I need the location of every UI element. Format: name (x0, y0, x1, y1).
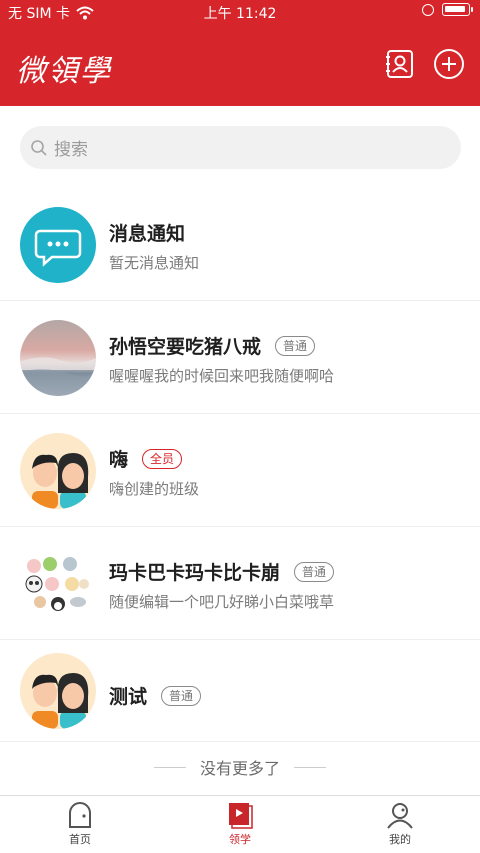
tab-home[interactable]: 首页 (0, 796, 160, 853)
divider (153, 766, 186, 768)
no-more-indicator: 没有更多了 (0, 752, 480, 782)
group-type-badge: 全员 (142, 448, 183, 469)
contacts-button[interactable] (384, 48, 416, 80)
conversation-row[interactable]: 嗨 全员 嗨创建的班级 (0, 414, 480, 527)
top-bar: 无 SIM 卡 上午 11:42 微領學 (0, 0, 480, 106)
divider (294, 766, 326, 768)
group-type-badge: 普通 (161, 685, 202, 706)
app-title: 微領學 (16, 54, 112, 89)
search-placeholder: 搜索 (54, 140, 88, 160)
conversation-name: 玛卡巴卡玛卡比卡崩 (109, 562, 281, 584)
search-icon (31, 139, 47, 156)
conversation-row[interactable]: 玛卡巴卡玛卡比卡崩 普通 随便编辑一个吧几好睇小白菜哦草 (0, 527, 480, 640)
conversation-preview: 嗨创建的班级 (109, 480, 200, 498)
conversation-row[interactable]: 孙悟空要吃猪八戒 普通 喔喔喔我的时候回来吧我随便啊哈 (0, 301, 480, 414)
message-bubble-icon (34, 229, 82, 267)
tab-profile[interactable]: 我的 (320, 796, 480, 853)
tab-label: 领学 (229, 833, 251, 846)
conversation-name: 测试 (109, 686, 148, 708)
animals-illustration (25, 557, 89, 611)
couple-illustration (32, 453, 89, 509)
study-icon (229, 803, 253, 829)
clock: 上午 11:42 (203, 6, 277, 22)
no-more-text: 没有更多了 (199, 759, 280, 778)
tab-bar: 首页 领学 我的 (0, 795, 480, 853)
conversation-name: 孙悟空要吃猪八戒 (109, 336, 262, 358)
conversation-name: 嗨 (109, 449, 129, 471)
couple-illustration (32, 673, 89, 729)
group-type-badge: 普通 (294, 561, 335, 582)
add-button[interactable] (433, 48, 465, 80)
conversation-row[interactable]: 测试 普通 (0, 640, 480, 742)
landscape-avatar (20, 320, 96, 396)
couple-avatar (20, 653, 96, 729)
notification-avatar (20, 207, 96, 283)
conversation-preview: 喔喔喔我的时候回来吧我随便啊哈 (109, 367, 335, 385)
conversation-list: 消息通知 暂无消息通知 孙悟空要吃猪八戒 普通 喔喔喔我的时候回来吧我随便啊哈 (0, 188, 480, 742)
conversation-row-notifications[interactable]: 消息通知 暂无消息通知 (0, 188, 480, 301)
rotation-lock-icon (422, 3, 434, 16)
profile-icon (387, 803, 413, 829)
conversation-preview: 随便编辑一个吧几好睇小白菜哦草 (109, 593, 335, 611)
conversation-preview: 暂无消息通知 (109, 254, 200, 272)
contacts-icon (386, 50, 413, 78)
landscape-image (20, 357, 96, 396)
tab-study[interactable]: 领学 (160, 796, 320, 853)
plus-circle-icon (434, 49, 464, 79)
battery-icon (442, 3, 473, 16)
couple-avatar (20, 433, 96, 509)
status-bar: 无 SIM 卡 上午 11:42 (0, 0, 480, 24)
conversation-name: 消息通知 (109, 223, 186, 245)
animals-avatar (20, 546, 96, 622)
search-input[interactable]: 搜索 (20, 126, 461, 169)
tab-label: 首页 (69, 833, 91, 846)
group-type-badge: 普通 (275, 335, 316, 356)
home-icon (69, 802, 91, 828)
tab-label: 我的 (389, 833, 411, 846)
